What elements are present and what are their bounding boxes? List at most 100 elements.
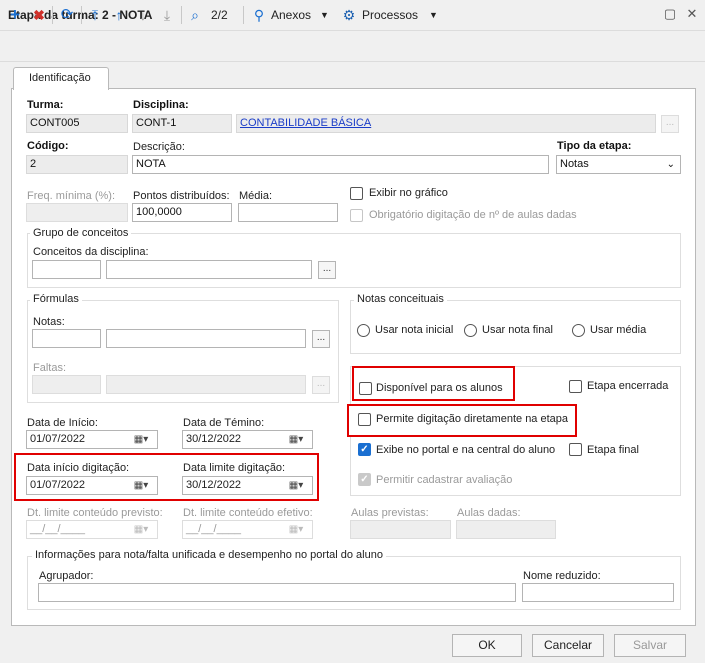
- descricao-field[interactable]: NOTA: [132, 155, 549, 174]
- freq-minima-field: [26, 203, 128, 222]
- media-field[interactable]: [238, 203, 338, 222]
- disponivel-alunos-label: Disponível para os alunos: [376, 382, 503, 394]
- formulas-title: Fórmulas: [30, 293, 82, 305]
- chevron-down-icon[interactable]: ▼: [429, 7, 438, 23]
- conceitos-name-field[interactable]: [106, 260, 312, 279]
- permite-digitacao-checkbox[interactable]: [358, 413, 371, 426]
- usar-nota-final-radio[interactable]: [464, 324, 477, 337]
- data-inicio-digitacao-value: 01/07/2022: [30, 479, 86, 491]
- conceitos-code-field[interactable]: [32, 260, 101, 279]
- usar-media-label: Usar média: [590, 324, 647, 336]
- attachments-menu[interactable]: Anexos: [271, 7, 311, 23]
- codigo-label: Código:: [27, 140, 69, 152]
- conceitos-lookup-button[interactable]: ...: [318, 261, 336, 279]
- data-termino-value: 30/12/2022: [186, 433, 242, 445]
- down-arrow-icon[interactable]: ↓: [136, 6, 150, 24]
- nome-reduzido-field[interactable]: [522, 583, 674, 602]
- toolbar: [0, 31, 705, 62]
- data-termino-label: Data de Témino:: [183, 417, 265, 429]
- ok-button[interactable]: OK: [452, 634, 522, 657]
- tab-label: Identificação: [29, 72, 91, 84]
- nav-counter: 2/2: [211, 8, 228, 22]
- paperclip-icon: ⚲: [253, 7, 265, 23]
- dt-limite-efetivo-label: Dt. limite conteúdo efetivo:: [183, 507, 313, 519]
- obrigatorio-aulas-checkbox: [350, 209, 363, 222]
- chevron-down-icon: ⌄: [666, 159, 675, 170]
- conceitos-disciplina-label: Conceitos da disciplina:: [33, 246, 149, 258]
- calendar-icon[interactable]: ▦▾: [281, 432, 311, 447]
- disciplina-label: Disciplina:: [133, 99, 189, 111]
- turma-field[interactable]: CONT005: [26, 114, 128, 133]
- close-icon[interactable]: ✕: [684, 6, 700, 22]
- etapa-final-checkbox[interactable]: [569, 443, 582, 456]
- data-limite-digitacao-field[interactable]: 30/12/2022 ▦▾: [182, 476, 313, 495]
- tab-identificacao[interactable]: Identificação: [13, 67, 109, 90]
- up-arrow-icon[interactable]: ↑: [112, 6, 126, 24]
- aulas-dadas-label: Aulas dadas:: [457, 507, 521, 519]
- restore-icon[interactable]: ▢: [662, 6, 678, 22]
- disciplina-code-field[interactable]: CONT-1: [132, 114, 232, 133]
- usar-nota-inicial-label: Usar nota inicial: [375, 324, 454, 336]
- nome-reduzido-label: Nome reduzido:: [523, 570, 601, 582]
- data-termino-field[interactable]: 30/12/2022 ▦▾: [182, 430, 313, 449]
- calendar-icon: ▦▾: [133, 524, 149, 535]
- freq-minima-label: Freq. mínima (%):: [27, 190, 116, 202]
- notas-conceituais-title: Notas conceituais: [354, 293, 447, 305]
- disciplina-lookup-button[interactable]: ...: [661, 115, 679, 133]
- tipo-etapa-value: Notas: [560, 158, 589, 170]
- refresh-icon[interactable]: ⟳: [58, 6, 76, 24]
- usar-nota-inicial-radio[interactable]: [357, 324, 370, 337]
- notas-code-field[interactable]: [32, 329, 101, 348]
- faltas-name-field: [106, 375, 306, 394]
- dt-limite-previsto-field: __/__/____ ▦▾: [26, 520, 158, 539]
- plus-icon[interactable]: +: [8, 6, 22, 24]
- toolbar-separator: [52, 6, 53, 24]
- calendar-icon: ▦▾: [288, 524, 304, 535]
- notas-label: Notas:: [33, 316, 65, 328]
- faltas-label: Faltas:: [33, 362, 67, 374]
- search-icon[interactable]: ⌕: [187, 6, 203, 24]
- calendar-icon[interactable]: ▦▾: [126, 432, 156, 447]
- usar-media-radio[interactable]: [572, 324, 585, 337]
- save-button[interactable]: Salvar: [614, 634, 686, 657]
- dt-limite-efetivo-value: __/__/____: [186, 523, 242, 535]
- etapa-final-label: Etapa final: [587, 444, 639, 456]
- first-icon[interactable]: ⤒: [88, 6, 102, 24]
- aulas-previstas-field: [350, 520, 451, 539]
- pontos-field[interactable]: 100,0000: [132, 203, 232, 222]
- notas-name-field[interactable]: [106, 329, 306, 348]
- exibe-portal-checkbox[interactable]: ✓: [358, 443, 371, 456]
- pontos-label: Pontos distribuídos:: [133, 190, 230, 202]
- chevron-down-icon[interactable]: ▼: [320, 7, 329, 23]
- calendar-icon[interactable]: ▦▾: [126, 478, 156, 493]
- calendar-icon[interactable]: ▦▾: [281, 478, 311, 493]
- codigo-field[interactable]: 2: [26, 155, 128, 174]
- exibe-portal-label: Exibe no portal e na central do aluno: [376, 444, 556, 456]
- disciplina-name-field[interactable]: CONTABILIDADE BÁSICA: [236, 114, 656, 133]
- faltas-code-field: [32, 375, 101, 394]
- aulas-dadas-field: [456, 520, 556, 539]
- permitir-avaliacao-label: Permitir cadastrar avaliação: [376, 474, 513, 486]
- tipo-etapa-label: Tipo da etapa:: [557, 140, 632, 152]
- exibir-grafico-checkbox[interactable]: [350, 187, 363, 200]
- data-inicio-value: 01/07/2022: [30, 433, 86, 445]
- etapa-encerrada-label: Etapa encerrada: [587, 380, 669, 392]
- processes-menu[interactable]: Processos: [362, 7, 418, 23]
- info-portal-title: Informações para nota/falta unificada e …: [32, 549, 386, 561]
- data-inicio-digitacao-label: Data início digitação:: [27, 462, 130, 474]
- data-inicio-field[interactable]: 01/07/2022 ▦▾: [26, 430, 158, 449]
- tipo-etapa-select[interactable]: Notas ⌄: [556, 155, 681, 174]
- usar-nota-final-label: Usar nota final: [482, 324, 553, 336]
- cancel-button[interactable]: Cancelar: [532, 634, 604, 657]
- disponivel-alunos-checkbox[interactable]: [359, 382, 372, 395]
- etapa-encerrada-checkbox[interactable]: [569, 380, 582, 393]
- turma-label: Turma:: [27, 99, 64, 111]
- gear-icon: ⚙: [342, 7, 356, 23]
- last-icon[interactable]: ⤓: [160, 6, 174, 24]
- notas-lookup-button[interactable]: ...: [312, 330, 330, 348]
- data-inicio-digitacao-field[interactable]: 01/07/2022 ▦▾: [26, 476, 158, 495]
- x-icon[interactable]: ✖: [31, 6, 47, 24]
- agrupador-label: Agrupador:: [39, 570, 94, 582]
- disciplina-link[interactable]: CONTABILIDADE BÁSICA: [240, 117, 371, 129]
- agrupador-field[interactable]: [38, 583, 516, 602]
